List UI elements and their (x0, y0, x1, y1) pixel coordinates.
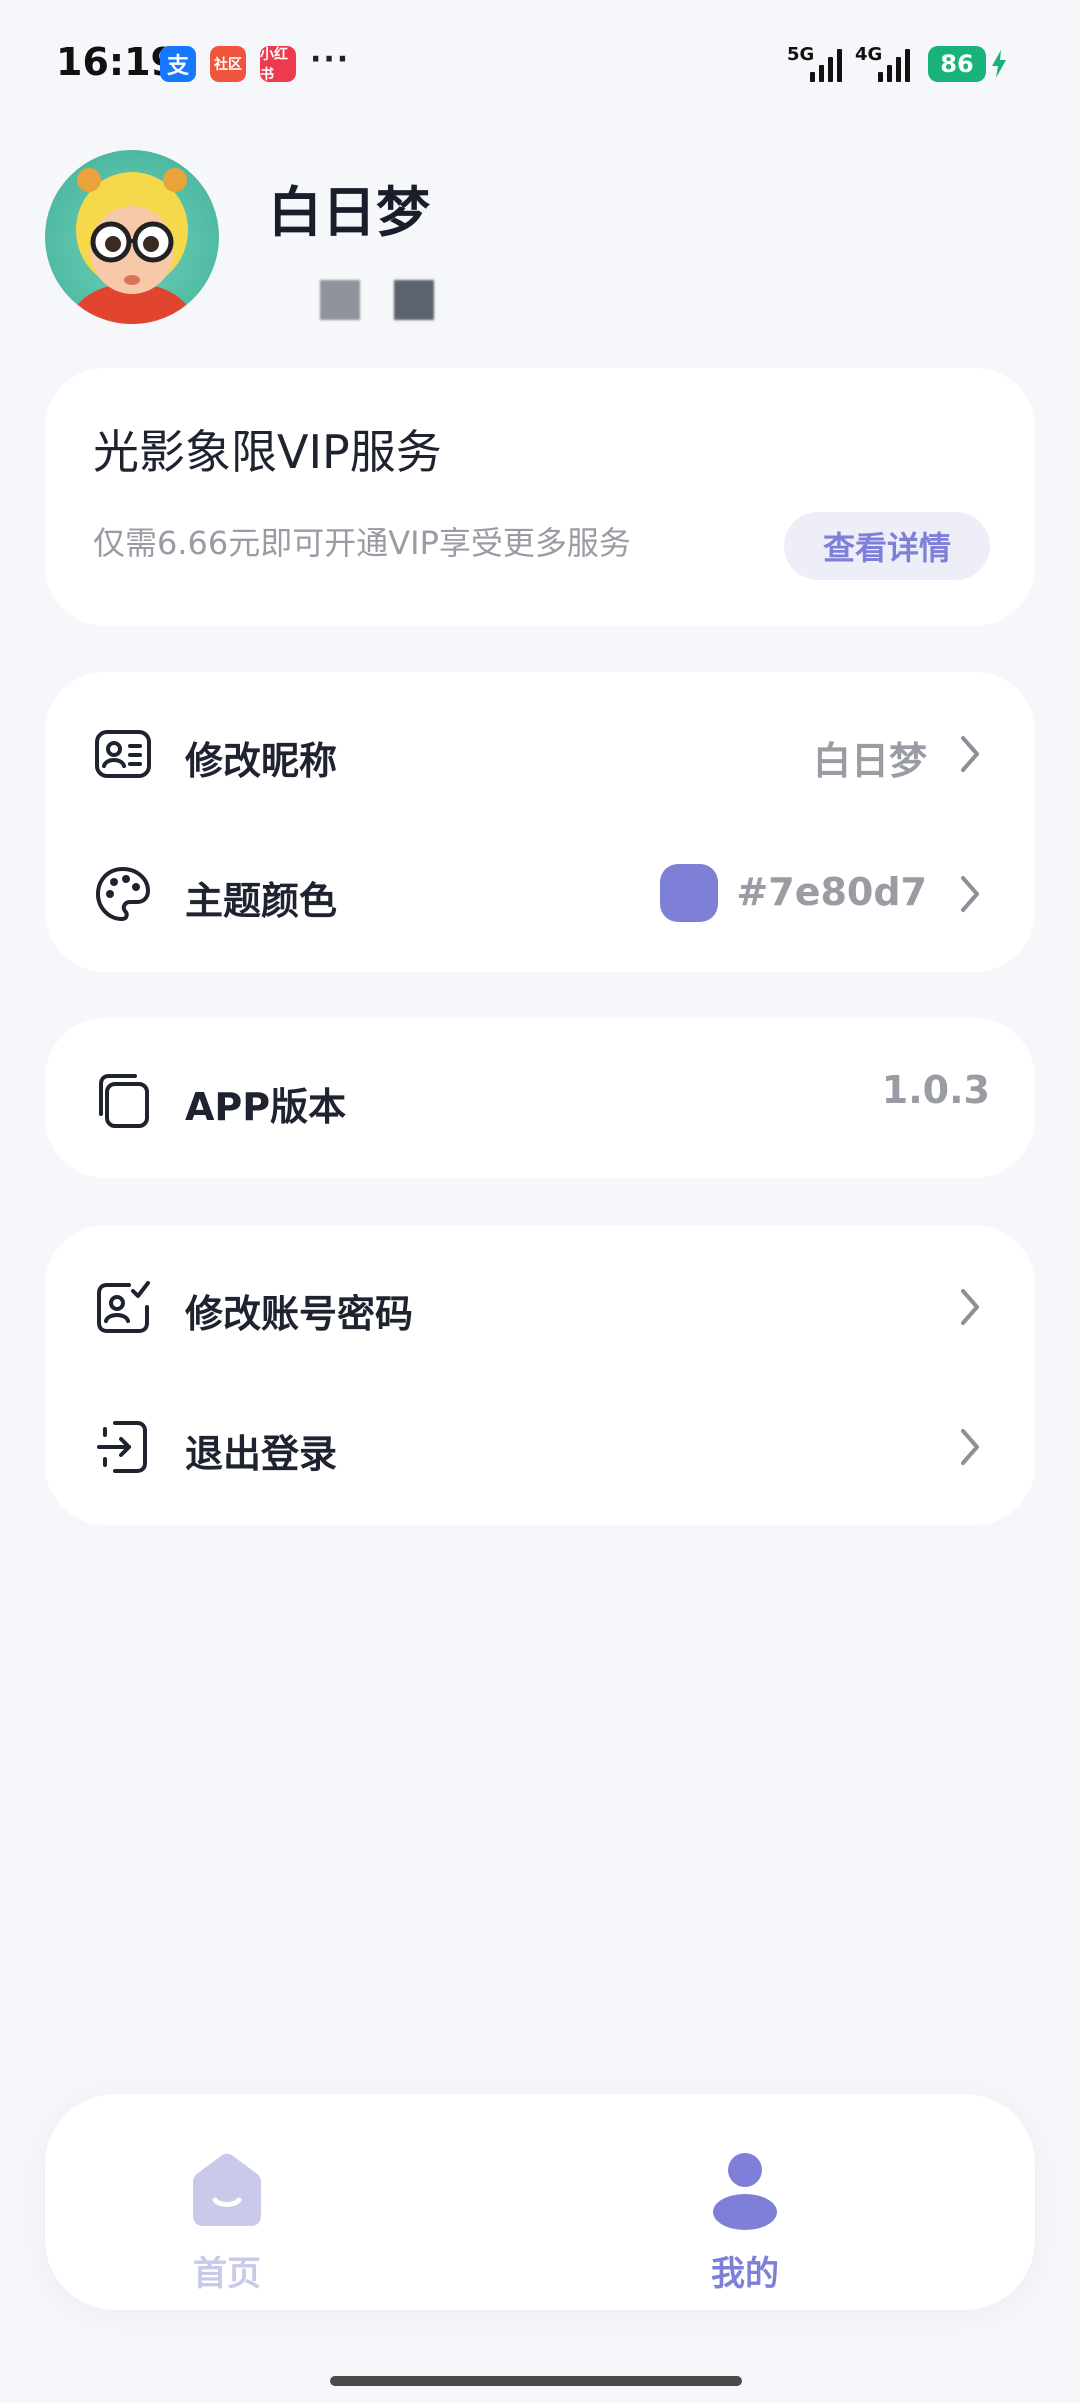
change-password-label: 修改账号密码 (185, 1292, 414, 1336)
nav-item-mine[interactable]: 我的 (645, 2094, 845, 2310)
blurred-block (320, 280, 360, 320)
chevron-right-icon (961, 1289, 979, 1325)
account-card: 修改账号密码 退出登录 (45, 1225, 1035, 1525)
status-bar: 16:19 支 社区 小红书 ··· 5G 4G 86 (0, 0, 1080, 130)
user-icon (713, 2153, 777, 2230)
logout-row[interactable]: 退出登录 (45, 1385, 1035, 1505)
theme-color-row[interactable]: 主题颜色 #7e80d7 (45, 832, 1035, 952)
id-card-icon (95, 730, 151, 778)
logout-label: 退出登录 (185, 1432, 338, 1476)
nav-label-mine: 我的 (711, 2254, 779, 2294)
change-password-row[interactable]: 修改账号密码 (45, 1245, 1035, 1365)
user-edit-icon (97, 1281, 150, 1333)
vip-card: 光影象限VIP服务 仅需6.66元即可开通VIP享受更多服务 查看详情 (45, 368, 1035, 626)
edit-nickname-label: 修改昵称 (185, 739, 338, 783)
logout-icon (97, 1421, 147, 1473)
app-version-row: APP版本 1.0.3 (45, 1038, 1035, 1158)
signal-strength-icon (878, 49, 910, 82)
status-time: 16:19 (56, 40, 177, 84)
nav-item-home[interactable]: 首页 (127, 2094, 327, 2310)
alipay-icon: 支 (160, 46, 196, 82)
xiaohongshu-icon: 小红书 (260, 46, 296, 83)
theme-color-value: #7e80d7 (736, 870, 927, 914)
cartoon-avatar-icon (70, 168, 194, 324)
home-icon (193, 2153, 261, 2226)
version-card: APP版本 1.0.3 (45, 1018, 1035, 1178)
vip-title: 光影象限VIP服务 (93, 425, 442, 479)
theme-color-swatch (660, 864, 718, 922)
blurred-user-id (290, 268, 480, 332)
chevron-right-icon (961, 1429, 979, 1465)
app-version-value: 1.0.3 (881, 1068, 990, 1112)
chevron-right-icon (961, 876, 979, 912)
blurred-block (394, 280, 434, 320)
bottom-nav: 首页 我的 (45, 2094, 1035, 2310)
battery-indicator: 86 (928, 46, 986, 82)
vip-description: 仅需6.66元即可开通VIP享受更多服务 (93, 524, 631, 562)
app-version-label: APP版本 (185, 1085, 347, 1129)
edit-nickname-row[interactable]: 修改昵称 白日梦 (45, 692, 1035, 812)
settings-card: 修改昵称 白日梦 主题颜色 #7e80d7 (45, 672, 1035, 972)
avatar[interactable] (45, 150, 219, 324)
signal-strength-icon (810, 49, 842, 82)
home-indicator[interactable] (330, 2376, 742, 2386)
charging-icon (992, 50, 1006, 78)
profile-page: 16:19 支 社区 小红书 ··· 5G 4G 86 白日梦 光影象限VIP服… (0, 0, 1080, 2403)
more-notifications-icon: ··· (310, 42, 351, 77)
username: 白日梦 (268, 181, 430, 244)
view-details-button[interactable]: 查看详情 (784, 512, 990, 580)
nickname-value: 白日梦 (812, 739, 927, 783)
layers-icon (99, 1074, 149, 1128)
community-app-icon: 社区 (210, 46, 246, 82)
nav-label-home: 首页 (193, 2254, 261, 2294)
palette-icon (96, 867, 150, 921)
theme-color-label: 主题颜色 (185, 879, 338, 923)
chevron-right-icon (961, 736, 979, 772)
